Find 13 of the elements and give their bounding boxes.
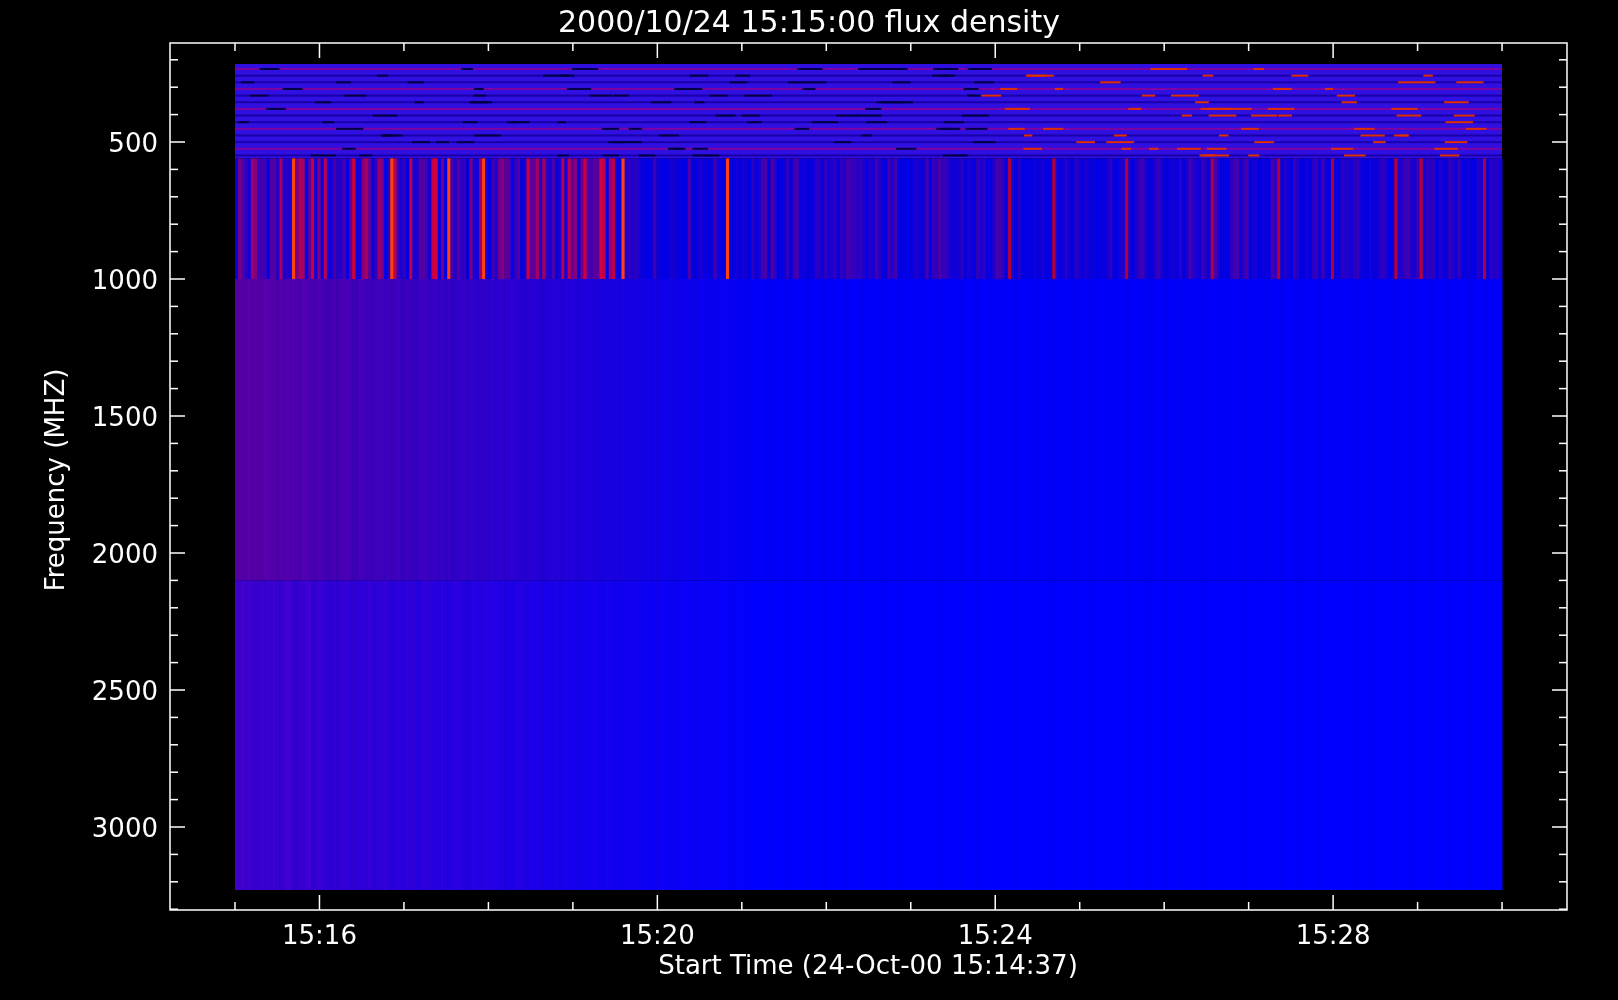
- y-tick-label: 2500: [91, 676, 158, 706]
- plot-title: 2000/10/24 15:15:00 flux density: [558, 4, 1060, 39]
- y-tick-label: 500: [108, 128, 158, 158]
- y-tick-label: 3000: [91, 813, 158, 843]
- x-tick-label: 15:28: [1295, 920, 1371, 950]
- x-tick-label: 15:20: [619, 920, 695, 950]
- y-tick-label: 2000: [91, 539, 158, 569]
- x-tick-label: 15:16: [282, 920, 357, 950]
- y-tick-label: 1500: [91, 402, 158, 432]
- y-tick-label: 1000: [91, 265, 158, 295]
- x-axis-title: Start Time (24-Oct-00 15:14:37): [658, 950, 1078, 980]
- y-axis-title: Frequency (MHZ): [40, 368, 70, 592]
- x-tick-label: 15:24: [957, 920, 1033, 950]
